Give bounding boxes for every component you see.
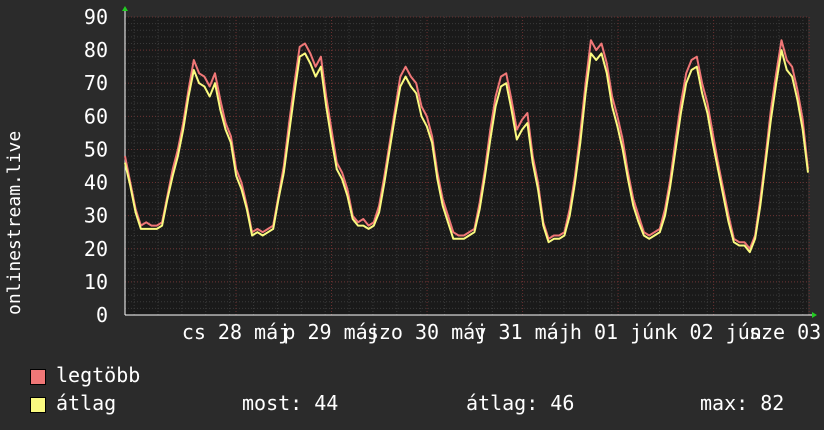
legend-item-max: legtöbb [30,363,140,387]
x-tick-label: p 29 máj [283,320,379,344]
y-tick-label: 80 [84,38,108,62]
legend-label-avg: átlag [56,391,117,415]
legend-swatch-max [30,368,46,385]
y-tick-label: 0 [96,303,108,327]
plot-area [125,17,808,315]
y-axis-label: onlinestream.live [4,130,25,315]
y-tick-label: 90 [84,5,108,29]
y-tick-label: 10 [84,270,108,294]
x-tick-label: v 31 máj [474,320,570,344]
x-tick-label: k 02 jún [665,320,761,344]
y-tick-label: 30 [84,204,108,228]
legend-label-max: legtöbb [56,363,141,387]
y-tick-label: 60 [84,104,108,128]
stat-average: átlag: 46 [466,391,575,415]
y-tick-label: 20 [84,237,108,261]
x-tick-label: sze 03 jún [749,320,824,344]
legend-item-avg: átlag [30,391,116,415]
stat-max: max: 82 [700,391,785,415]
x-tick-label: szo 30 máj [367,320,487,344]
legend-swatch-avg [30,396,46,413]
x-tick-label: h 01 jún [570,320,666,344]
stat-current: most: 44 [242,391,339,415]
y-axis-arrow [122,6,128,11]
x-tick-label: cs 28 máj [182,320,290,344]
y-tick-label: 70 [84,71,108,95]
x-axis-arrow [812,312,817,318]
y-tick-label: 40 [84,171,108,195]
chart: 0 10 20 30 40 50 60 70 80 90 cs 28 májp 29 májszo … [84,5,824,344]
y-tick-label: 50 [84,137,108,161]
